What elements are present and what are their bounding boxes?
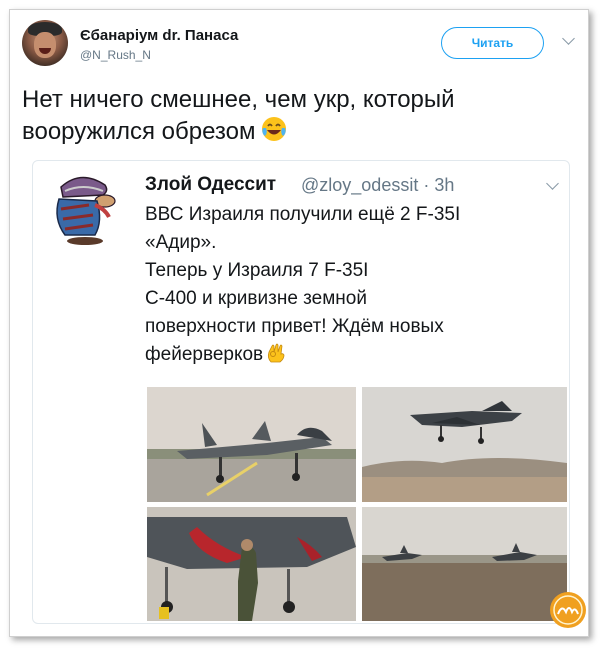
tweet-card: Єбанаріум dr. Панаса @N_Rush_N Читать Не… [9, 9, 589, 637]
author-handle[interactable]: @N_Rush_N [80, 48, 151, 62]
quoted-handle-time[interactable]: @zloy_odessit · 3h [301, 175, 454, 196]
quoted-author-avatar[interactable] [47, 169, 117, 249]
chevron-down-icon[interactable] [562, 32, 575, 45]
quoted-line: «Адир». [145, 232, 217, 253]
photo-grid [147, 387, 567, 621]
quoted-line: Теперь у Израиля 7 F-35I [145, 260, 369, 281]
site-logo-badge [550, 592, 586, 628]
f35-maintenance-photo[interactable] [147, 507, 356, 621]
f35-pair-taxiing-photo[interactable] [362, 507, 567, 621]
f35-on-runway-photo[interactable] [147, 387, 356, 502]
quoted-line: ВВС Израиля получили ещё 2 F-35I [145, 204, 461, 225]
quoted-text: ВВС Израиля получили ещё 2 F-35I «Адир».… [145, 201, 555, 369]
follow-button[interactable]: Читать [441, 27, 544, 59]
quoted-line: фейерверков [145, 344, 264, 365]
chevron-down-icon[interactable] [546, 177, 559, 190]
quoted-line-last: фейерверков [145, 341, 555, 369]
tweet-text-content: Нет ничего смешнее, чем укр, который воо… [22, 86, 455, 145]
tears-of-joy-emoji [261, 117, 286, 141]
quoted-line: С-400 и кривизне земной [145, 288, 367, 309]
ok-hand-emoji [268, 343, 285, 363]
quoted-line: поверхности привет! Ждём новых [145, 316, 444, 337]
quoted-author-name[interactable]: Злой Одессит [145, 174, 276, 196]
tweet-text: Нет ничего смешнее, чем укр, который воо… [22, 84, 542, 147]
author-avatar[interactable] [22, 20, 68, 66]
f35-landing-photo[interactable] [362, 387, 567, 502]
quoted-tweet[interactable]: Злой Одессит @zloy_odessit · 3h ВВС Изра… [32, 160, 570, 624]
author-name[interactable]: Єбанаріум dr. Панаса [80, 27, 238, 44]
